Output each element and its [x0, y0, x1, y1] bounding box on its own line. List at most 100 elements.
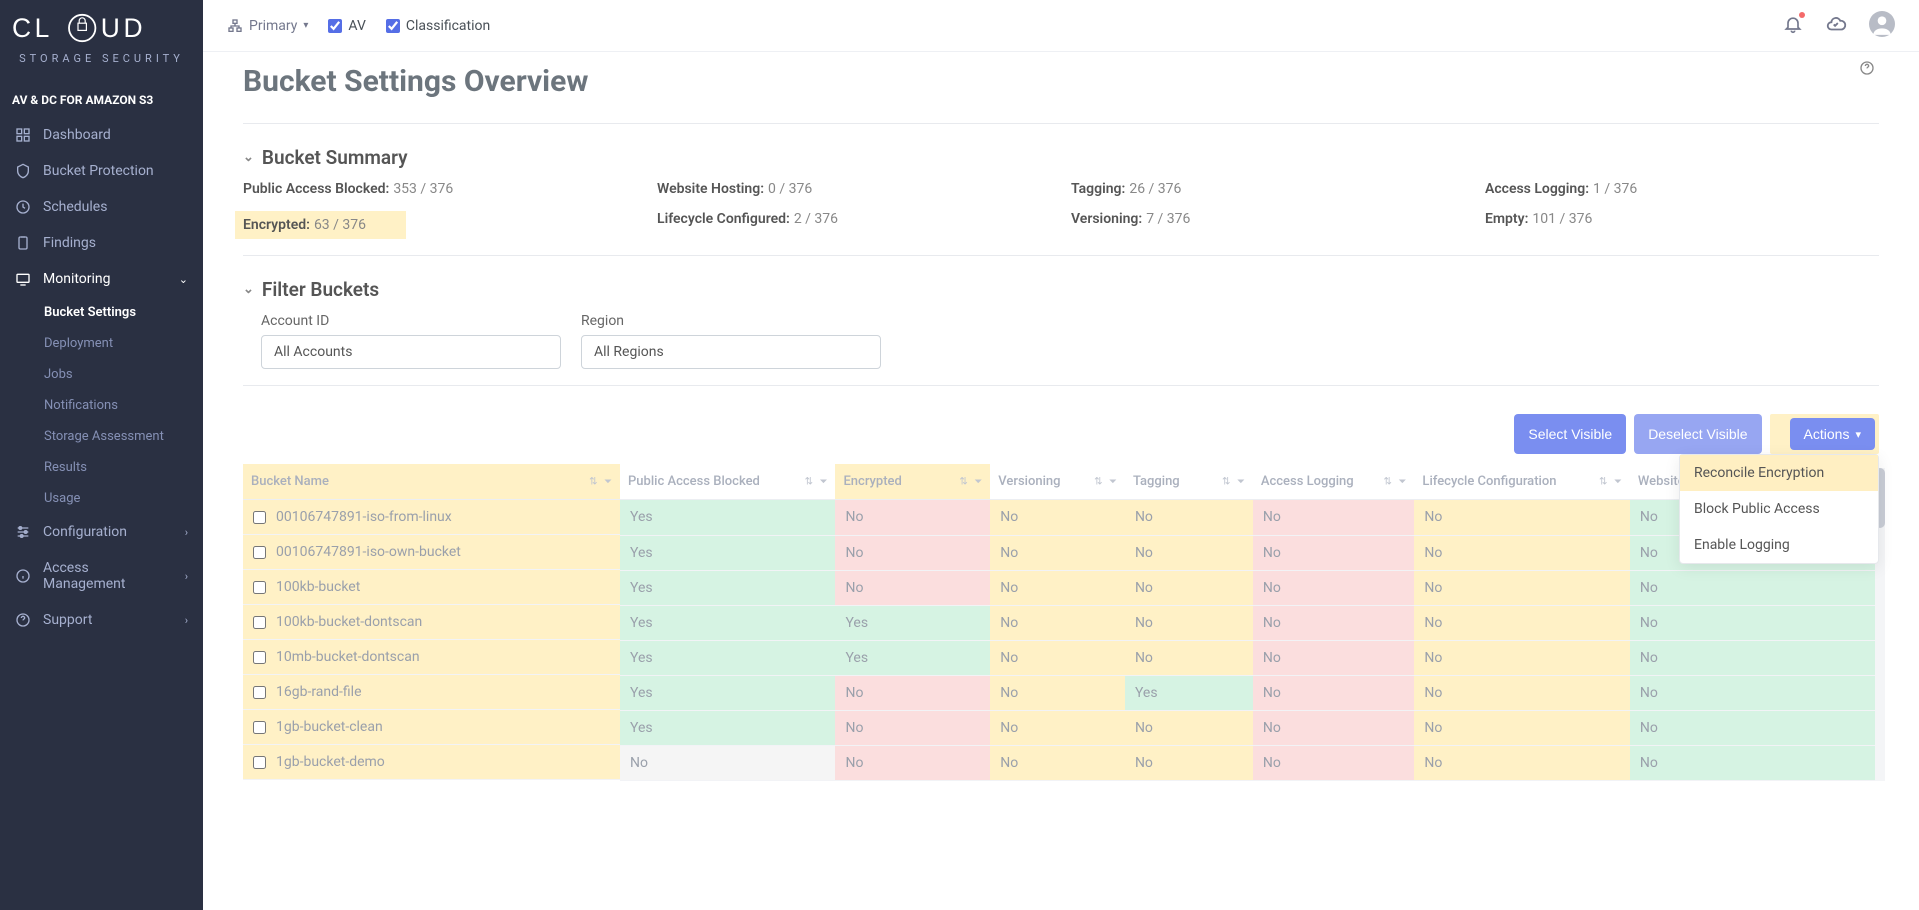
deselect-visible-button[interactable]: Deselect Visible [1634, 414, 1761, 454]
classification-checkbox-label[interactable]: Classification [386, 18, 490, 34]
bucket-summary-header[interactable]: ⌄ Bucket Summary [243, 146, 1879, 169]
th-bucket-name[interactable]: Bucket Name⇅ ⏷ [243, 464, 620, 500]
subnav-notifications[interactable]: Notifications [0, 390, 203, 421]
bucket-name: 1gb-bucket-demo [276, 754, 385, 770]
subnav-bucket-settings[interactable]: Bucket Settings [0, 297, 203, 328]
row-checkbox[interactable] [253, 511, 266, 524]
nav-schedules[interactable]: Schedules [0, 189, 203, 225]
nav-bucket-protection[interactable]: Bucket Protection [0, 153, 203, 189]
cell-tagging: No [1125, 710, 1253, 745]
summary-lifecycle: Lifecycle Configured:2 / 376 [657, 211, 1051, 239]
table-row: 10mb-bucket-dontscanYesYesNoNoNoNoNo [243, 640, 1879, 675]
sort-icon: ⇅ ⏷ [1384, 476, 1409, 487]
row-checkbox[interactable] [253, 651, 266, 664]
summary-empty: Empty:101 / 376 [1485, 211, 1879, 239]
bucket-table: Bucket Name⇅ ⏷ Public Access Blocked⇅ ⏷ … [243, 464, 1879, 781]
nav-support[interactable]: Support› [0, 602, 203, 638]
nav-access-management[interactable]: Access Management› [0, 550, 203, 602]
cloud-status-icon[interactable] [1825, 13, 1847, 39]
cell-versioning: No [990, 710, 1125, 745]
cell-access-logging: No [1253, 535, 1415, 570]
subnav-jobs[interactable]: Jobs [0, 359, 203, 390]
th-encrypted[interactable]: Encrypted⇅ ⏷ [835, 464, 990, 500]
cell-tagging: No [1125, 500, 1253, 536]
nav-configuration[interactable]: Configuration› [0, 514, 203, 550]
th-access-logging[interactable]: Access Logging⇅ ⏷ [1253, 464, 1415, 500]
brand-tagline: STORAGE SECURITY [10, 52, 193, 65]
row-checkbox[interactable] [253, 581, 266, 594]
nav-findings[interactable]: Findings [0, 225, 203, 261]
row-checkbox[interactable] [253, 686, 266, 699]
sort-icon: ⇅ ⏷ [1094, 476, 1119, 487]
actions-button[interactable]: Actions [1790, 418, 1875, 450]
av-checkbox-label[interactable]: AV [328, 18, 365, 34]
select-visible-button[interactable]: Select Visible [1514, 414, 1626, 454]
cell-versioning: No [990, 605, 1125, 640]
nav-monitoring[interactable]: Monitoring⌄ [0, 261, 203, 297]
cell-lifecycle: No [1414, 710, 1629, 745]
page-help-icon[interactable] [1859, 60, 1875, 80]
av-checkbox[interactable] [328, 19, 342, 33]
account-id-select[interactable]: All Accounts [261, 335, 561, 369]
row-checkbox[interactable] [253, 546, 266, 559]
cell-encrypted: No [835, 500, 990, 536]
cell-lifecycle: No [1414, 640, 1629, 675]
help-icon [15, 612, 31, 628]
th-versioning[interactable]: Versioning⇅ ⏷ [990, 464, 1125, 500]
bucket-name: 100kb-bucket [276, 579, 360, 595]
summary-encrypted: Encrypted:63 / 376 [235, 211, 406, 239]
action-block-public-access[interactable]: Block Public Access [1680, 491, 1878, 527]
region-label: Region [581, 313, 881, 329]
summary-public-access: Public Access Blocked:353 / 376 [243, 181, 637, 197]
svg-text:CL: CL [12, 13, 53, 43]
filter-buckets-header[interactable]: ⌄ Filter Buckets [243, 278, 1879, 301]
cell-encrypted: No [835, 570, 990, 605]
sort-icon: ⇅ ⏷ [959, 476, 984, 487]
subnav-deployment[interactable]: Deployment [0, 328, 203, 359]
clipboard-icon [15, 235, 31, 251]
cell-tagging: No [1125, 535, 1253, 570]
main: Primary ▾ AV Classification Bucket Setti… [203, 0, 1919, 910]
subnav-usage[interactable]: Usage [0, 483, 203, 514]
subnav-storage-assessment[interactable]: Storage Assessment [0, 421, 203, 452]
th-public-access[interactable]: Public Access Blocked⇅ ⏷ [620, 464, 835, 500]
subnav-results[interactable]: Results [0, 452, 203, 483]
info-icon [15, 568, 31, 584]
cell-public-access: Yes [620, 535, 835, 570]
region-select[interactable]: All Regions [581, 335, 881, 369]
table-row: 00106747891-iso-own-bucketYesNoNoNoNoNoN… [243, 535, 1879, 570]
content: Bucket Settings Overview ⌄ Bucket Summar… [203, 52, 1919, 910]
table-row: 00106747891-iso-from-linuxYesNoNoNoNoNoN… [243, 500, 1879, 536]
monitor-icon [15, 271, 31, 287]
action-enable-logging[interactable]: Enable Logging [1680, 527, 1878, 563]
th-lifecycle[interactable]: Lifecycle Configuration⇅ ⏷ [1414, 464, 1629, 500]
cell-public-access: Yes [620, 710, 835, 745]
cell-versioning: No [990, 675, 1125, 710]
clock-icon [15, 199, 31, 215]
summary-versioning: Versioning:7 / 376 [1071, 211, 1465, 239]
cell-lifecycle: No [1414, 535, 1629, 570]
table-row: 1gb-bucket-cleanYesNoNoNoNoNoNo [243, 710, 1879, 745]
notifications-icon[interactable] [1783, 14, 1803, 38]
th-tagging[interactable]: Tagging⇅ ⏷ [1125, 464, 1253, 500]
action-reconcile-encryption[interactable]: Reconcile Encryption [1680, 455, 1878, 491]
nav-dashboard[interactable]: Dashboard [0, 117, 203, 153]
cell-website-hosting: No [1630, 640, 1879, 675]
user-avatar-icon[interactable] [1869, 11, 1895, 41]
cell-versioning: No [990, 570, 1125, 605]
table-row: 100kb-bucketYesNoNoNoNoNoNo [243, 570, 1879, 605]
row-checkbox[interactable] [253, 616, 266, 629]
classification-checkbox[interactable] [386, 19, 400, 33]
row-checkbox[interactable] [253, 721, 266, 734]
shield-icon [15, 163, 31, 179]
cell-website-hosting: No [1630, 745, 1879, 780]
filter-row: Account ID All Accounts Region All Regio… [243, 313, 1879, 369]
cell-lifecycle: No [1414, 605, 1629, 640]
cell-website-hosting: No [1630, 570, 1879, 605]
cell-versioning: No [990, 640, 1125, 675]
cell-lifecycle: No [1414, 675, 1629, 710]
primary-selector[interactable]: Primary ▾ [227, 18, 308, 34]
cell-access-logging: No [1253, 675, 1415, 710]
row-checkbox[interactable] [253, 756, 266, 769]
cell-versioning: No [990, 535, 1125, 570]
